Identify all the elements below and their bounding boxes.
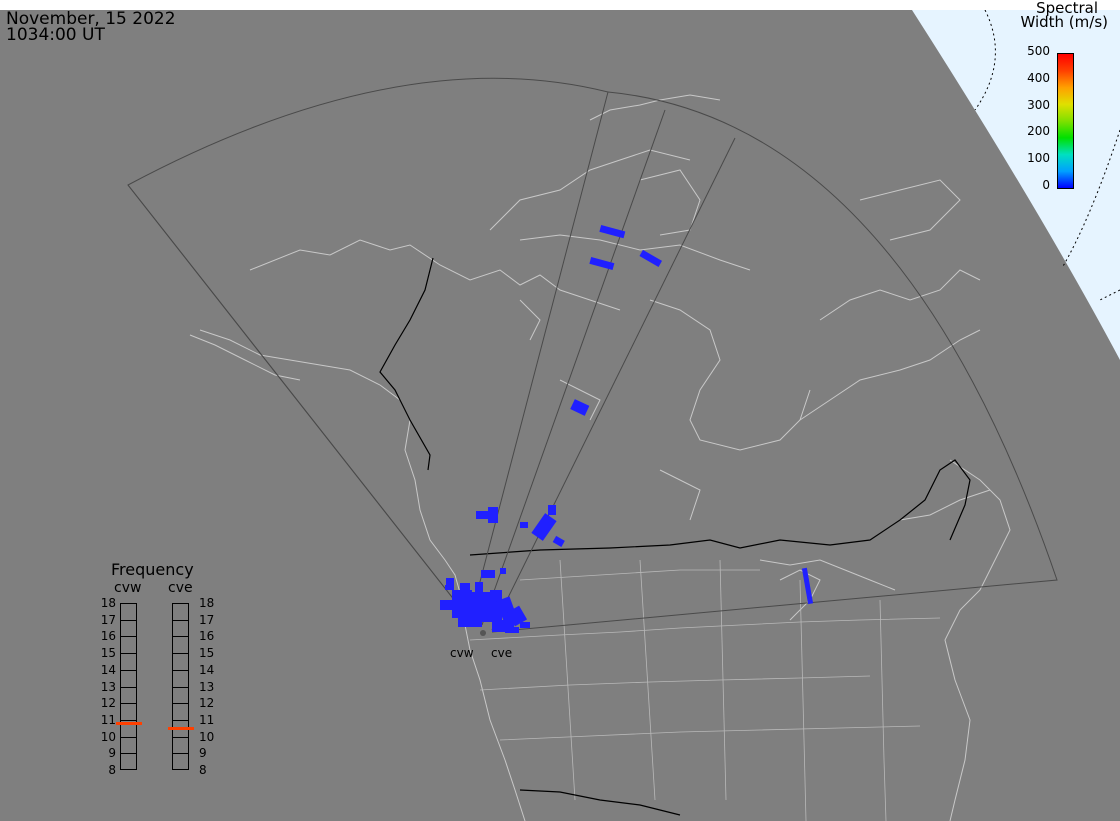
frequency-gridline [120,719,137,721]
scatter-cell [481,570,495,578]
coastlines [189,94,1011,821]
colorbar-tick-label: 100 [1027,151,1050,166]
frequency-tick-left: 15 [100,646,116,661]
frequency-gridline [172,753,189,755]
frequency-gridline [172,619,189,621]
frequency-gridline [120,636,137,638]
frequency-tick-left: 10 [100,729,116,744]
frequency-gridline [172,703,189,705]
state-boundaries [469,559,941,821]
frequency-gridline [120,669,137,671]
radar-site [480,630,486,636]
map-canvas [0,0,1120,821]
frequency-tick-right: 8 [199,763,207,777]
radar-label-west: cvw [450,646,474,660]
scatter-cells [440,224,814,633]
frequency-tick-left: 16 [100,629,116,644]
frequency-tick-left: 17 [100,612,116,627]
frequency-tick-right: 17 [199,612,215,627]
superdarn-map: November, 15 2022 1034:00 UT Spectral Wi… [0,0,1120,821]
scatter-cell [570,399,590,416]
scatter-cell [440,600,452,610]
frequency-tick-right: 18 [199,596,215,610]
scatter-cell [458,615,482,627]
frequency-tick-right: 15 [199,646,215,661]
colorbar-tick-label: 300 [1027,97,1050,112]
frequency-tick-right: 13 [199,679,215,694]
frequency-gridline [172,736,189,738]
frequency-tick-right: 10 [199,729,215,744]
frequency-left-label: cvw [114,580,142,596]
scatter-cell [452,590,472,618]
frequency-tick-right: 12 [199,696,215,711]
frequency-gridline [172,719,189,721]
frequency-tick-right: 16 [199,629,215,644]
frequency-title: Frequency [111,560,194,579]
scatter-cell [488,507,498,523]
colorbar-tick-label: 500 [1027,44,1050,58]
scatter-cell [552,535,565,547]
scatter-cell [548,505,556,515]
frequency-tick-left: 9 [108,746,116,761]
scatter-cell [639,249,663,267]
frequency-gridline [172,636,189,638]
frequency-gridline [120,753,137,755]
scatter-cell [520,622,530,628]
frequency-tick-right: 9 [199,746,207,761]
frequency-gridline [120,736,137,738]
frequency-tick-right: 14 [199,662,215,677]
frequency-tick-left: 8 [108,763,116,777]
scatter-cell [801,567,814,605]
scatter-cell [445,585,451,590]
frequency-tick-left: 18 [100,596,116,610]
scatter-cell [505,627,519,633]
scatter-cell [531,513,557,541]
frequency-gridline [120,619,137,621]
frequency-gridline [172,653,189,655]
frequency-gridline [120,686,137,688]
frequency-marker-cvw [116,721,142,725]
time-label: 1034:00 UT [6,25,105,45]
radar-label-east: cve [491,646,513,660]
frequency-right-label: cve [168,580,193,596]
scatter-cell [500,568,506,574]
colorbar-tick-label: 200 [1027,124,1050,139]
mexico-border [519,789,681,816]
frequency-tick-left: 12 [100,696,116,711]
daylight-region [912,10,1120,360]
frequency-gridline [120,703,137,705]
scatter-cell [475,582,483,592]
frequency-tick-left: 13 [100,679,116,694]
frequency-gridline [172,669,189,671]
frequency-gridline [172,686,189,688]
frequency-tick-left: 11 [100,712,116,727]
colorbar-tick-label: 400 [1027,70,1050,85]
scatter-cell [520,522,528,528]
scatter-cell [599,224,626,239]
colorbar-title-line2: Width (m/s) [1020,13,1108,31]
scatter-cell [589,256,615,270]
frequency-tick-right: 11 [199,712,215,727]
colorbar [1057,53,1074,189]
colorbar-tick-label: 0 [1042,177,1050,192]
canada-us-border [469,459,971,556]
frequency-marker-cve [168,726,194,730]
frequency-tick-left: 14 [100,662,116,677]
frequency-gridline [120,653,137,655]
